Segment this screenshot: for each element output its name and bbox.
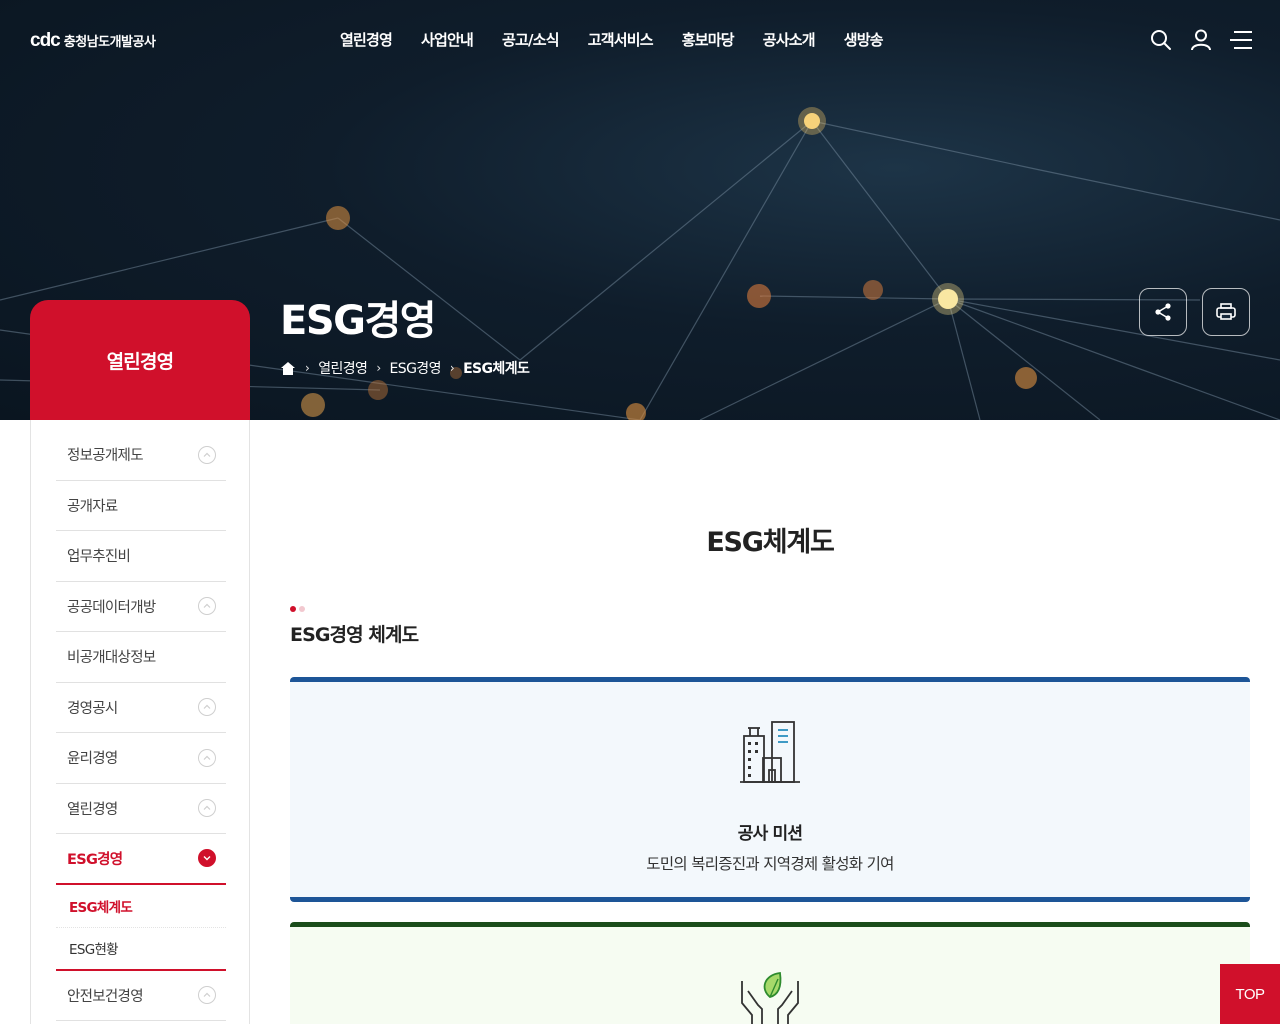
hero-title: ESG경영 — [280, 298, 437, 344]
sidebar-item-label: 안전보건경영 — [67, 988, 144, 1005]
sidebar-item-non-disclosure[interactable]: 비공개대상정보 — [56, 632, 226, 683]
home-icon[interactable] — [280, 361, 296, 376]
site-logo[interactable]: cdc 충청남도개발공사 — [30, 30, 156, 52]
share-button[interactable] — [1139, 288, 1187, 336]
sidebar-item-safety[interactable]: 안전보건경영 — [56, 971, 226, 1021]
sidebar-item-business-expense[interactable]: 업무추진비 — [56, 531, 226, 582]
sidebar: 정보공개제도 공개자료 업무추진비 공공데이터개방 비공개대상정보 경영공시 윤… — [30, 420, 250, 1024]
chevron-down-icon[interactable] — [198, 799, 216, 818]
sidebar-item-label: 공개자료 — [67, 498, 118, 515]
search-icon[interactable] — [1150, 28, 1172, 52]
logo-mark: cdc — [30, 30, 61, 51]
page-title: ESG체계도 — [706, 527, 835, 558]
share-icon — [1155, 303, 1171, 321]
sidebar-item-label: 경영공시 — [67, 700, 118, 717]
building-icon — [740, 721, 800, 783]
print-icon — [1216, 303, 1236, 320]
section-title: ESG경영 체계도 — [290, 624, 419, 646]
header-icons — [1150, 28, 1252, 52]
nav-item-live[interactable]: 생방송 — [844, 29, 884, 50]
chevron-down-icon[interactable] — [198, 698, 216, 717]
breadcrumb-current: ESG체계도 — [463, 361, 530, 377]
menu-icon[interactable] — [1230, 28, 1252, 52]
print-button[interactable] — [1202, 288, 1250, 336]
main-nav: 열린경영 사업안내 공고/소식 고객서비스 홍보마당 공사소개 생방송 — [340, 29, 912, 50]
breadcrumb-item-1[interactable]: 열린경영 — [318, 358, 368, 378]
breadcrumb: › 열린경영 › ESG경영 › ESG체계도 — [280, 358, 530, 378]
breadcrumb-item-2[interactable]: ESG경영 — [390, 358, 442, 378]
sidebar-subitem-esg-system[interactable]: ESG체계도 — [56, 885, 226, 928]
chevron-right-icon: › — [449, 361, 455, 375]
hands-leaf-icon — [741, 971, 799, 1024]
mission-title: 공사 미션 — [737, 824, 803, 844]
sidebar-item-public-data[interactable]: 공개자료 — [56, 481, 226, 531]
sidebar-item-label: 정보공개제도 — [67, 448, 144, 465]
sidebar-item-label: 업무추진비 — [67, 549, 131, 566]
scroll-top-button[interactable]: TOP — [1220, 964, 1280, 1024]
chevron-right-icon: › — [305, 361, 310, 375]
sidebar-title: 열린경영 — [30, 300, 250, 420]
user-icon[interactable] — [1190, 28, 1212, 52]
sidebar-item-info-disclosure[interactable]: 정보공개제도 — [56, 430, 226, 481]
vision-card — [290, 922, 1250, 1024]
chevron-down-icon[interactable] — [198, 445, 216, 464]
nav-item-notice[interactable]: 공고/소식 — [502, 29, 559, 50]
sidebar-item-label: 공공데이터개방 — [67, 599, 156, 616]
global-header: cdc 충청남도개발공사 열린경영 사업안내 공고/소식 고객서비스 홍보마당 … — [0, 0, 1280, 80]
sidebar-item-label: 비공개대상정보 — [67, 650, 156, 667]
sidebar-item-label: 윤리경영 — [67, 751, 118, 768]
nav-item-business[interactable]: 사업안내 — [421, 29, 474, 50]
sidebar-subitem-esg-status[interactable]: ESG현황 — [56, 928, 226, 971]
sidebar-item-open-management[interactable]: 열린경영 — [56, 784, 226, 834]
chevron-down-icon[interactable] — [198, 986, 216, 1005]
chevron-down-icon[interactable] — [198, 748, 216, 767]
mission-card: 공사 미션 도민의 복리증진과 지역경제 활성화 기여 — [290, 677, 1250, 902]
sidebar-item-label: ESG경영 — [67, 851, 123, 868]
nav-item-about[interactable]: 공사소개 — [763, 29, 816, 50]
nav-item-pr[interactable]: 홍보마당 — [682, 29, 735, 50]
chevron-right-icon: › — [376, 361, 381, 375]
nav-item-open-management[interactable]: 열린경영 — [340, 29, 393, 50]
nav-item-customer-service[interactable]: 고객서비스 — [588, 29, 654, 50]
sidebar-item-esg[interactable]: ESG경영 — [56, 834, 226, 885]
sidebar-item-ethics[interactable]: 윤리경영 — [56, 733, 226, 784]
section-dots-icon — [290, 606, 305, 612]
chevron-down-icon[interactable] — [198, 597, 216, 616]
chevron-up-icon[interactable] — [198, 849, 216, 868]
sidebar-item-open-data[interactable]: 공공데이터개방 — [56, 582, 226, 632]
sidebar-item-label: 열린경영 — [67, 801, 118, 818]
sidebar-item-management-disclosure[interactable]: 경영공시 — [56, 683, 226, 733]
mission-description: 도민의 복리증진과 지역경제 활성화 기여 — [646, 855, 894, 873]
logo-name: 충청남도개발공사 — [63, 35, 156, 50]
